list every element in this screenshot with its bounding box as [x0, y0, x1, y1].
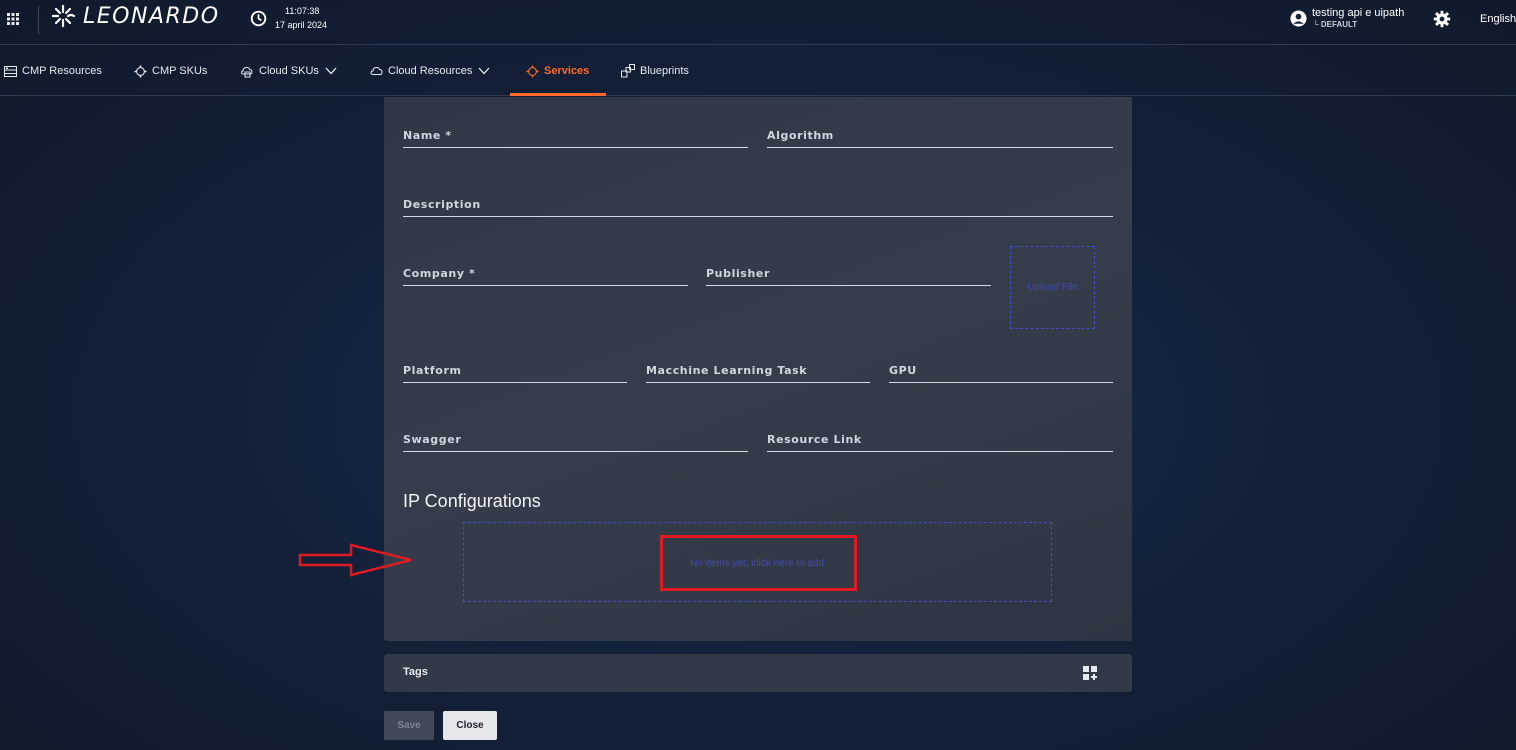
brand-logo[interactable]: LEONARDO — [50, 3, 220, 29]
nav-label: CMP Resources — [22, 65, 102, 77]
add-ip-configuration-button[interactable]: No items yet, click here to add. — [660, 535, 857, 591]
gpu-label: GPU — [889, 364, 917, 377]
user-tenant: └ DEFAULT — [1313, 20, 1358, 29]
tags-panel[interactable]: Tags — [384, 654, 1132, 692]
platform-label: Platform — [403, 364, 462, 377]
gear-icon — [134, 64, 147, 78]
current-time: 11:07:38 — [285, 6, 320, 16]
swagger-label: Swagger — [403, 433, 462, 446]
name-field[interactable]: Name * — [403, 97, 748, 148]
annotation-arrow-icon — [298, 543, 412, 577]
brand-name: LEONARDO — [83, 3, 220, 29]
name-label: Name * — [403, 129, 452, 142]
ip-configurations-list: No items yet, click here to add. — [463, 522, 1052, 602]
ml-task-field[interactable]: Macchine Learning Task — [646, 333, 870, 383]
upload-file-button[interactable]: Upload File — [1010, 246, 1095, 329]
user-name[interactable]: testing api e uipath — [1312, 7, 1404, 19]
nav-blueprints[interactable]: Blueprints — [621, 46, 689, 96]
nav-cloud-skus[interactable]: Cloud SKUs — [240, 46, 337, 96]
platform-field[interactable]: Platform — [403, 333, 627, 383]
resource-link-label: Resource Link — [767, 433, 862, 446]
nav-label: Services — [544, 65, 590, 77]
user-account-icon[interactable] — [1290, 10, 1307, 27]
main-nav: CMP Resources CMP SKUs Cloud SKUs Cloud … — [0, 46, 1516, 96]
algorithm-field[interactable]: Algorithm — [767, 97, 1113, 148]
nav-cloud-resources[interactable]: Cloud Resources — [370, 46, 490, 96]
server-icon — [4, 65, 17, 77]
top-bar: LEONARDO 11:07:38 17 april 2024 testing … — [0, 0, 1516, 45]
nav-services[interactable]: Services — [526, 46, 589, 96]
current-date: 17 april 2024 — [275, 20, 328, 30]
nav-label: Cloud SKUs — [259, 65, 319, 77]
chevron-down-icon — [478, 67, 490, 75]
save-button[interactable]: Save — [384, 711, 434, 740]
leonardo-logo-icon — [51, 4, 76, 28]
publisher-field[interactable]: Publisher — [706, 236, 991, 286]
apps-grid-icon[interactable] — [7, 13, 19, 25]
swagger-field[interactable]: Swagger — [403, 402, 748, 452]
nav-label: CMP SKUs — [152, 65, 208, 77]
blueprint-icon — [621, 64, 635, 78]
tags-label: Tags — [403, 666, 428, 678]
ml-task-label: Macchine Learning Task — [646, 364, 808, 377]
nav-label: Cloud Resources — [388, 65, 473, 77]
upload-file-label: Upload File — [1027, 282, 1078, 293]
service-form: Name * Algorithm Description Company * P… — [384, 97, 1132, 641]
nav-label: Blueprints — [640, 65, 689, 77]
add-tag-icon[interactable] — [1082, 665, 1098, 681]
clock-icon — [250, 10, 267, 27]
nav-cmp-skus[interactable]: CMP SKUs — [134, 46, 207, 96]
company-label: Company * — [403, 267, 476, 280]
description-label: Description — [403, 198, 481, 211]
nav-cmp-resources[interactable]: CMP Resources — [4, 46, 102, 96]
close-button[interactable]: Close — [443, 711, 497, 740]
cloud-box-icon — [240, 66, 253, 77]
cloud-icon — [370, 66, 383, 75]
language-selector[interactable]: English — [1480, 13, 1516, 25]
publisher-label: Publisher — [706, 267, 770, 280]
resource-link-field[interactable]: Resource Link — [767, 402, 1113, 452]
company-field[interactable]: Company * — [403, 236, 688, 286]
ip-configurations-title: IP Configurations — [403, 491, 541, 511]
settings-gear-icon[interactable] — [1433, 10, 1451, 28]
gpu-field[interactable]: GPU — [889, 333, 1113, 383]
gear-icon — [526, 64, 539, 78]
ip-empty-text: No items yet, click here to add. — [690, 557, 827, 569]
algorithm-label: Algorithm — [767, 129, 834, 142]
active-tab-indicator — [510, 93, 606, 96]
description-field[interactable]: Description — [403, 167, 1113, 217]
chevron-down-icon — [325, 67, 337, 75]
header-divider — [38, 6, 39, 34]
